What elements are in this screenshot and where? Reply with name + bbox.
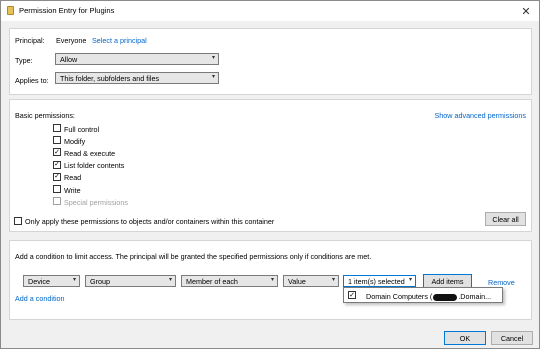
chevron-down-icon: ▾ <box>211 55 215 61</box>
only-apply-checkbox[interactable] <box>14 217 22 225</box>
permission-checkbox[interactable] <box>53 124 61 132</box>
condition-value-type-value: Value <box>288 276 306 286</box>
permission-checkbox[interactable] <box>53 136 61 145</box>
type-select-value: Allow <box>60 54 78 64</box>
condition-description: Add a condition to limit access. The pri… <box>15 252 372 261</box>
permission-checkbox[interactable] <box>53 185 61 193</box>
condition-device-value: Device <box>28 276 50 286</box>
permission-label: List folder contents <box>64 161 125 171</box>
folder-icon <box>7 6 14 15</box>
chevron-down-icon: ▾ <box>72 277 76 283</box>
principal-group: Principal: Everyone Select a principal T… <box>9 28 532 95</box>
condition-group-value: Group <box>90 276 110 286</box>
basic-permissions-group: Basic permissions: Show advanced permiss… <box>9 99 532 232</box>
permission-entry-dialog: Permission Entry for Plugins ✕ Principal… <box>0 0 540 349</box>
condition-operator-value: Member of each <box>186 276 238 286</box>
select-principal-link[interactable]: Select a principal <box>92 36 147 45</box>
permission-checkbox[interactable]: ✓ <box>53 160 61 169</box>
permission-label: Read <box>64 173 82 183</box>
type-label: Type: <box>15 56 33 65</box>
domain-computers-checkbox[interactable]: ✓ <box>348 291 356 299</box>
principal-value: Everyone <box>56 36 87 45</box>
add-condition-link[interactable]: Add a condition <box>15 294 65 303</box>
applies-to-label: Applies to: <box>15 76 49 85</box>
remove-condition-link[interactable]: Remove <box>488 278 515 287</box>
clear-all-button[interactable]: Clear all <box>485 212 526 226</box>
permission-label: Special permissions <box>64 197 128 207</box>
show-advanced-permissions-link[interactable]: Show advanced permissions <box>435 111 527 120</box>
add-items-button[interactable]: Add items <box>423 274 472 288</box>
window-title: Permission Entry for Plugins <box>19 6 115 15</box>
condition-group: Add a condition to limit access. The pri… <box>9 240 532 320</box>
domain-computers-prefix: Domain Computers ( <box>366 292 433 301</box>
condition-items-select[interactable]: 1 item(s) selected ▾ <box>343 275 416 287</box>
domain-computers-item[interactable]: Domain Computers ( .Domain... <box>366 292 491 301</box>
ok-button[interactable]: OK <box>444 331 486 345</box>
items-dropdown-popup: ✓ Domain Computers ( .Domain... <box>343 287 503 303</box>
permission-label: Modify <box>64 136 86 146</box>
permission-checkbox[interactable]: ✓ <box>53 172 61 181</box>
chevron-down-icon: ▾ <box>270 277 274 283</box>
chevron-down-icon: ▾ <box>408 277 412 283</box>
chevron-down-icon: ▾ <box>168 277 172 283</box>
only-apply-label: Only apply these permissions to objects … <box>25 217 275 226</box>
chevron-down-icon: ▾ <box>211 74 215 80</box>
condition-group-select[interactable]: Group ▾ <box>85 275 176 287</box>
permission-label: Full control <box>64 124 100 134</box>
permission-checkbox[interactable]: ✓ <box>53 148 61 157</box>
applies-to-select[interactable]: This folder, subfolders and files ▾ <box>55 72 219 84</box>
permission-label: Write <box>64 185 81 195</box>
cancel-button[interactable]: Cancel <box>491 331 533 345</box>
redacted-mark <box>433 293 458 301</box>
permission-checkbox <box>53 197 61 206</box>
condition-value-type-select[interactable]: Value ▾ <box>283 275 339 287</box>
basic-permissions-label: Basic permissions: <box>15 111 75 120</box>
permission-label: Read & execute <box>64 148 116 158</box>
principal-label: Principal: <box>15 36 45 45</box>
applies-to-select-value: This folder, subfolders and files <box>60 73 160 83</box>
condition-operator-select[interactable]: Member of each ▾ <box>181 275 278 287</box>
close-button[interactable]: ✕ <box>513 1 539 21</box>
type-select[interactable]: Allow ▾ <box>55 53 219 65</box>
condition-items-value: 1 item(s) selected <box>348 276 405 286</box>
title-bar: Permission Entry for Plugins ✕ <box>1 1 539 21</box>
condition-device-select[interactable]: Device ▾ <box>23 275 80 287</box>
domain-computers-suffix: .Domain... <box>458 292 492 301</box>
chevron-down-icon: ▾ <box>331 277 335 283</box>
